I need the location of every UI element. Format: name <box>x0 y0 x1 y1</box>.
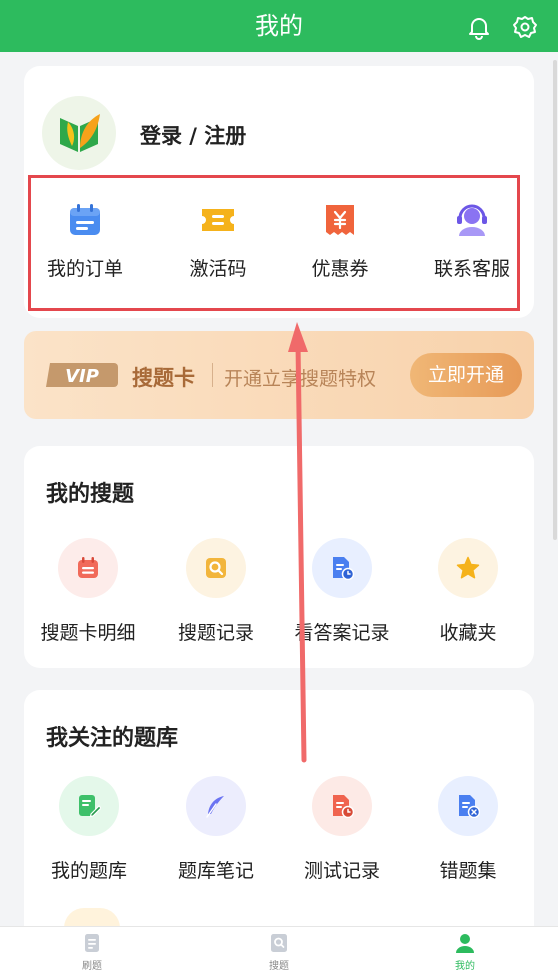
search-doc-icon <box>186 538 246 598</box>
calendar-list-icon <box>67 202 103 238</box>
my-search-card: 我的搜题 搜题卡明细 搜题记录 看答案记录 收藏夹 <box>24 446 534 668</box>
tile-label: 测试记录 <box>303 860 380 882</box>
coupon-yen-icon <box>322 202 358 238</box>
headset-agent-icon <box>454 202 490 238</box>
login-register-link[interactable]: 登录 / 注册 <box>140 120 246 150</box>
star-icon <box>438 538 498 598</box>
feather-icon <box>186 776 246 836</box>
tile-label: 题库笔记 <box>177 860 254 882</box>
doc-clock-icon <box>312 776 372 836</box>
tab-practice[interactable]: 刷题 <box>52 931 132 973</box>
tab-label: 刷题 <box>82 961 102 972</box>
bank-notes-button[interactable]: 题库笔记 <box>156 776 276 886</box>
app-logo-icon[interactable] <box>42 96 116 170</box>
svg-text:VIP: VIP <box>65 366 99 387</box>
scrollbar[interactable] <box>553 60 557 540</box>
doc-x-icon <box>438 776 498 836</box>
quick-action-label: 优惠券 <box>311 258 369 280</box>
activation-code-button[interactable]: 激活码 <box>158 198 278 288</box>
search-history-button[interactable]: 搜题记录 <box>156 538 276 648</box>
quick-action-label: 激活码 <box>189 258 247 280</box>
test-records-button[interactable]: 测试记录 <box>282 776 402 886</box>
gear-icon[interactable] <box>512 14 538 40</box>
tile-label: 搜题卡明细 <box>40 622 136 644</box>
doc-icon <box>82 933 102 953</box>
search-card-details-button[interactable]: 搜题卡明细 <box>28 538 148 648</box>
calendar-list-icon <box>58 538 118 598</box>
coupons-button[interactable]: 优惠券 <box>280 198 400 288</box>
my-question-bank-button[interactable]: 我的题库 <box>29 776 149 886</box>
tab-label: 搜题 <box>269 961 289 972</box>
tile-label: 错题集 <box>439 860 497 882</box>
partial-tile-icon <box>64 908 120 928</box>
favorites-button[interactable]: 收藏夹 <box>408 538 528 648</box>
tile-label: 搜题记录 <box>177 622 254 644</box>
quick-action-label: 联系客服 <box>433 258 510 280</box>
top-bar: 我的 <box>0 0 558 52</box>
wrong-questions-button[interactable]: 错题集 <box>408 776 528 886</box>
tab-label: 我的 <box>455 961 475 972</box>
bell-icon[interactable] <box>466 14 492 40</box>
vip-subtitle: 开通立享搜题特权 <box>224 368 377 390</box>
tab-mine[interactable]: 我的 <box>425 931 505 973</box>
tile-label: 收藏夹 <box>439 622 497 644</box>
tile-label: 看答案记录 <box>294 622 390 644</box>
doc-clock-icon <box>312 538 372 598</box>
quick-action-label: 我的订单 <box>46 258 123 280</box>
my-orders-button[interactable]: 我的订单 <box>25 198 145 288</box>
user-icon <box>455 933 475 953</box>
vip-logo-icon: VIP <box>46 361 118 389</box>
answer-history-button[interactable]: 看答案记录 <box>282 538 402 648</box>
open-vip-button[interactable]: 立即开通 <box>410 353 522 397</box>
vip-title: 搜题卡 <box>132 366 195 390</box>
doc-edit-icon <box>59 776 119 836</box>
divider <box>212 363 213 387</box>
section-title: 我的搜题 <box>46 482 135 507</box>
search-doc-icon <box>269 933 289 953</box>
vip-banner[interactable]: VIP 搜题卡 开通立享搜题特权 立即开通 <box>24 331 534 419</box>
customer-service-button[interactable]: 联系客服 <box>412 198 532 288</box>
tab-search[interactable]: 搜题 <box>239 931 319 973</box>
bottom-tab-bar: 刷题 搜题 我的 <box>0 926 558 974</box>
tile-label: 我的题库 <box>50 860 127 882</box>
section-title: 我关注的题库 <box>46 726 179 751</box>
ticket-icon <box>200 202 236 238</box>
